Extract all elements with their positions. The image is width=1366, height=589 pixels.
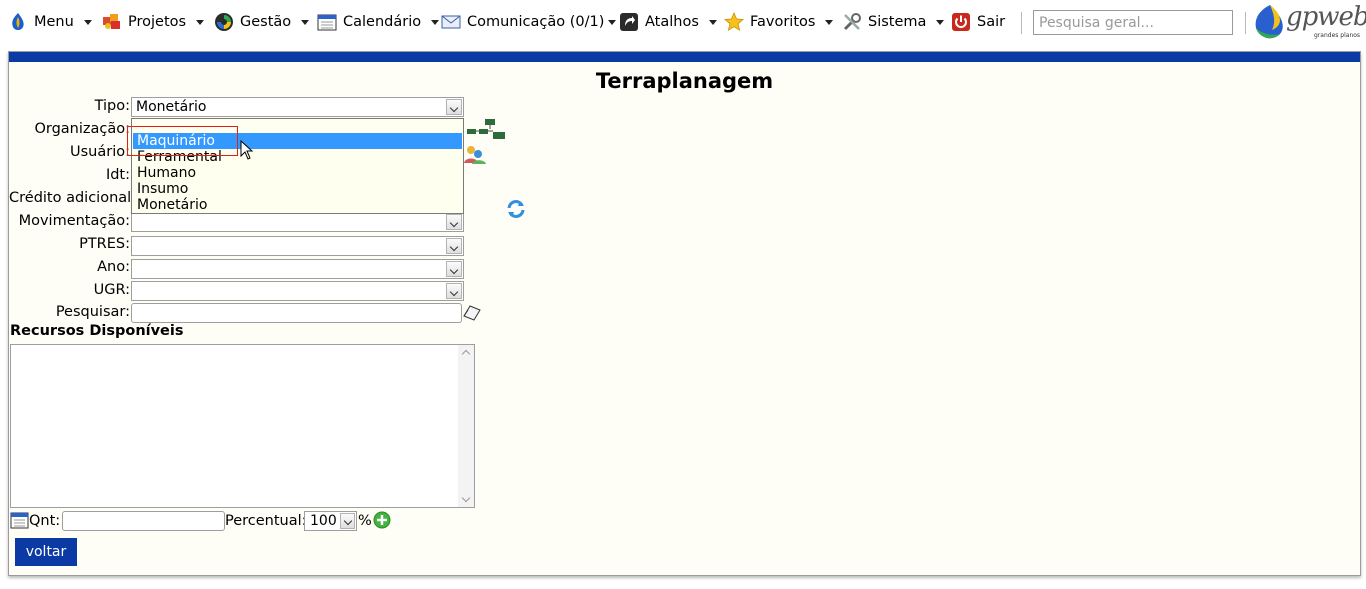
ugr-label: UGR: [93,282,130,298]
chevron-down-icon[interactable] [446,283,462,299]
envelope-icon [441,12,461,32]
main-panel: Terraplanagem Tipo: Organização: Usuário… [8,51,1361,576]
chevron-down-icon[interactable] [446,214,462,230]
gpweb-logo: gpweb grandes planos [1252,2,1366,42]
chevron-down-icon [825,19,834,25]
percentual-label: Percentual: [225,513,307,529]
chevron-down-icon[interactable] [446,99,462,115]
ano-select[interactable] [131,259,464,279]
list-scrollbar[interactable] [458,345,474,507]
tipo-select[interactable]: Monetário [131,97,464,117]
tools-icon [842,12,862,32]
ptres-label: PTRES: [79,236,130,252]
globe-icon [8,12,28,32]
tipo-option-insumo[interactable]: Insumo [133,181,462,197]
highlight-marker [127,126,238,156]
logo-wordmark: gpweb [1286,2,1366,32]
usuario-label: Usuário: [70,144,130,160]
voltar-button[interactable]: voltar [15,538,77,566]
logo-tagline: grandes planos [1314,32,1361,39]
menu-item-favoritos[interactable]: Favoritos [723,8,834,36]
ugr-select[interactable] [131,281,464,301]
menu-label: Sistema [868,14,927,30]
menu-label: Comunicação (0/1) [467,14,605,30]
percent-sign: % [358,513,372,529]
menu-label: Gestão [240,14,292,30]
idt-label: Idt: [105,167,130,183]
movimentacao-select[interactable] [131,212,464,232]
menu-item-gestao[interactable]: Gestão [214,8,310,36]
recursos-list[interactable] [10,344,475,508]
panel-header-bar [9,52,1360,62]
menu-item-projetos[interactable]: Projetos [102,8,205,36]
chevron-down-icon [936,19,945,25]
chevron-down-icon[interactable] [446,261,462,277]
menu-label: Projetos [128,14,187,30]
power-icon [951,12,971,32]
cycle-icon [214,12,234,32]
menu-label: Atalhos [645,14,699,30]
calendar-icon [317,12,337,32]
chevron-down-icon[interactable] [340,513,355,529]
eraser-icon[interactable] [462,304,482,326]
org-tree-icon[interactable] [463,118,507,144]
credito-adicional-label: Crédito adicional: [9,190,137,206]
chevron-down-icon [301,19,310,25]
shortcut-icon [619,12,639,32]
calendar-icon[interactable] [10,511,29,534]
chevron-down-icon [608,19,617,25]
page-title: Terraplanagem [595,69,774,93]
menu-label: Favoritos [750,14,816,30]
star-icon [723,11,745,32]
pesquisar-label: Pesquisar: [55,304,130,320]
chevron-down-icon [196,19,205,25]
menu-divider [1245,12,1246,34]
ptres-select[interactable] [131,236,464,256]
chevron-down-icon [708,19,717,25]
ano-label: Ano: [97,259,130,275]
menu-item-sistema[interactable]: Sistema [842,8,945,36]
qnt-label: Qnt: [29,513,61,529]
menu-label: Sair [977,14,1006,30]
menu-item-sair[interactable]: Sair [951,8,1005,36]
puzzle-icon [102,12,122,32]
menu-item-menu[interactable]: Menu [8,8,92,36]
organizacao-label: Organização: [34,121,130,137]
percentual-select[interactable]: 100 [304,511,357,531]
movimentacao-label: Movimentação: [18,213,130,229]
chevron-down-icon[interactable] [446,238,462,254]
tipo-selected-value: Monetário [136,99,207,115]
pesquisar-input[interactable] [131,303,462,323]
recursos-title: Recursos Disponíveis [10,323,184,339]
top-menu-bar: Menu Projetos Gestão Calendário Comunica… [0,0,1366,46]
menu-item-atalhos[interactable]: Atalhos [619,8,717,36]
users-icon[interactable] [463,143,487,169]
tipo-label: Tipo: [94,98,130,114]
chevron-down-icon [83,19,92,25]
refresh-icon[interactable] [505,198,527,224]
percentual-value: 100 [310,513,337,529]
global-search-input[interactable] [1033,10,1233,35]
add-icon[interactable] [373,511,391,533]
tipo-option-humano[interactable]: Humano [133,165,462,181]
menu-label: Calendário [343,14,422,30]
qnt-input[interactable] [62,511,225,531]
menu-item-calendario[interactable]: Calendário [317,8,440,36]
tipo-option-monetario[interactable]: Monetário [133,197,462,213]
menu-label: Menu [34,14,74,30]
mouse-cursor-icon [240,139,254,164]
chevron-down-icon [431,19,440,25]
menu-divider [1021,12,1022,34]
menu-item-comunicacao[interactable]: Comunicação (0/1) [441,8,617,36]
